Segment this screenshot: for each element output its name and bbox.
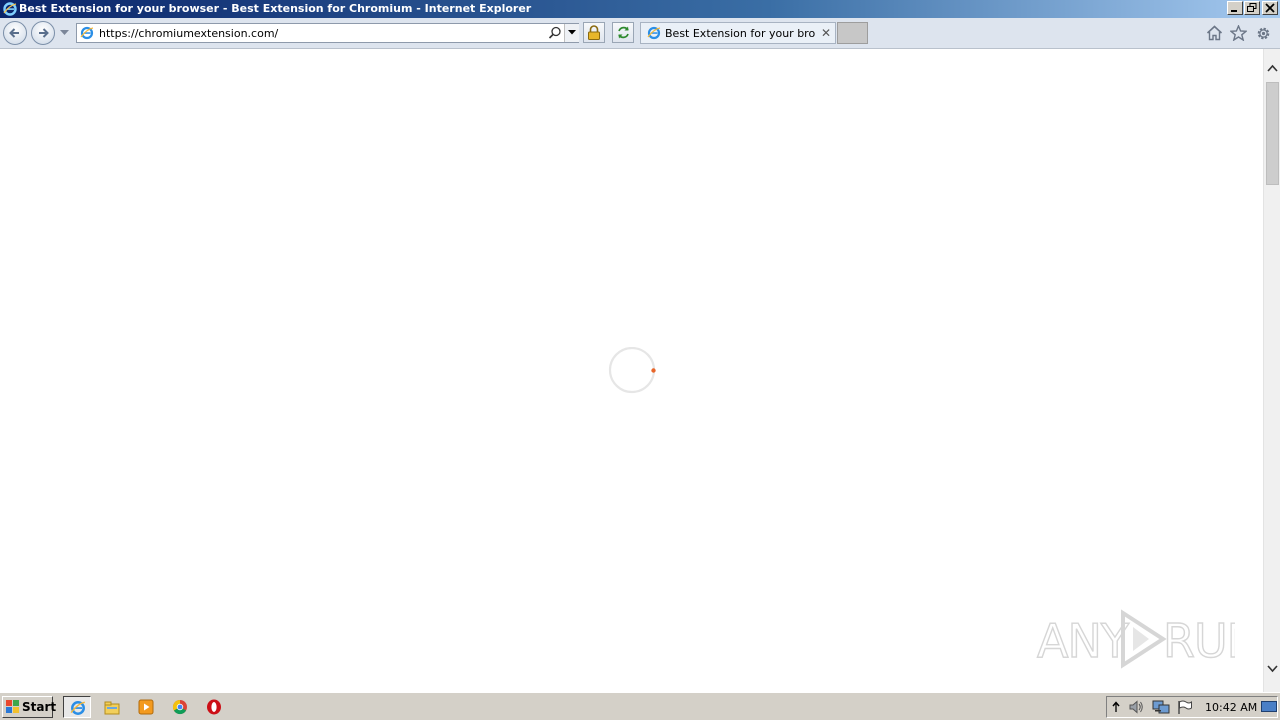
taskbar-chrome[interactable] (166, 696, 194, 718)
forward-icon (39, 28, 49, 38)
scroll-up-icon[interactable] (1267, 64, 1278, 72)
file-explorer-icon (104, 701, 120, 715)
vertical-scrollbar[interactable] (1263, 49, 1280, 692)
internet-explorer-icon (3, 2, 17, 16)
taskbar: Start 10:42 AM (0, 692, 1280, 720)
start-button[interactable]: Start (2, 696, 57, 718)
favorites-star-icon[interactable] (1230, 25, 1247, 41)
loading-spinner-icon (608, 347, 656, 394)
start-label: Start (22, 700, 57, 714)
lock-icon (588, 25, 600, 40)
minimize-icon (1231, 10, 1237, 12)
anyrun-watermark: ANY RUN (1035, 609, 1262, 672)
title-bar: Best Extension for your browser - Best E… (0, 0, 1280, 18)
close-icon (1265, 3, 1275, 13)
clock[interactable]: 10:42 AM (1205, 701, 1257, 714)
address-url[interactable]: https://chromiumextension.com/ (99, 27, 278, 40)
window-title: Best Extension for your browser - Best E… (19, 2, 532, 15)
search-icon[interactable] (548, 26, 562, 40)
show-hidden-icon[interactable] (1111, 700, 1121, 714)
taskbar-media-player[interactable] (132, 696, 160, 718)
close-button[interactable] (1262, 1, 1278, 15)
tab-ie-icon (647, 26, 661, 40)
recent-pages-dropdown-icon[interactable] (60, 30, 69, 36)
restore-icon (1247, 3, 1257, 12)
svg-text:ANY: ANY (1037, 614, 1130, 668)
scrollbar-thumb[interactable] (1266, 82, 1279, 185)
internet-explorer-icon (70, 701, 86, 715)
svg-text:RUN: RUN (1163, 614, 1235, 668)
address-dropdown-button[interactable] (564, 24, 579, 42)
forward-button[interactable] (31, 21, 55, 45)
security-report-button[interactable] (583, 22, 605, 43)
tab-close-icon[interactable]: ✕ (821, 26, 831, 40)
media-player-icon (138, 699, 154, 715)
back-button[interactable] (3, 21, 27, 45)
network-icon[interactable] (1152, 700, 1170, 715)
taskbar-opera[interactable] (200, 696, 228, 718)
show-desktop-icon[interactable] (1261, 701, 1277, 713)
scroll-down-icon[interactable] (1267, 665, 1278, 673)
taskbar-ie[interactable] (63, 696, 91, 718)
volume-icon[interactable] (1128, 700, 1144, 714)
chevron-down-icon (568, 30, 576, 35)
chrome-icon (172, 699, 187, 715)
taskbar-file-explorer[interactable] (98, 696, 126, 718)
restore-button[interactable] (1244, 1, 1260, 15)
page-content: ANY RUN (0, 49, 1263, 692)
address-bar[interactable]: https://chromiumextension.com/ (76, 23, 579, 43)
flag-icon[interactable] (1177, 700, 1193, 715)
navigation-bar: https://chromiumextension.com/ Best Exte… (0, 18, 1280, 49)
system-tray: 10:42 AM (1106, 696, 1278, 718)
home-icon[interactable] (1206, 25, 1223, 41)
refresh-button[interactable] (612, 22, 634, 43)
windows-logo-icon (6, 700, 19, 713)
minimize-button[interactable] (1227, 1, 1243, 15)
browser-tab[interactable]: Best Extension for your bro... ✕ (640, 22, 836, 44)
back-icon (9, 28, 19, 38)
opera-icon (207, 699, 221, 715)
tab-label: Best Extension for your bro... (665, 27, 815, 40)
refresh-icon (618, 26, 629, 39)
new-tab-button[interactable] (837, 22, 868, 44)
gear-icon[interactable] (1255, 25, 1272, 42)
page-ie-icon (80, 26, 94, 40)
